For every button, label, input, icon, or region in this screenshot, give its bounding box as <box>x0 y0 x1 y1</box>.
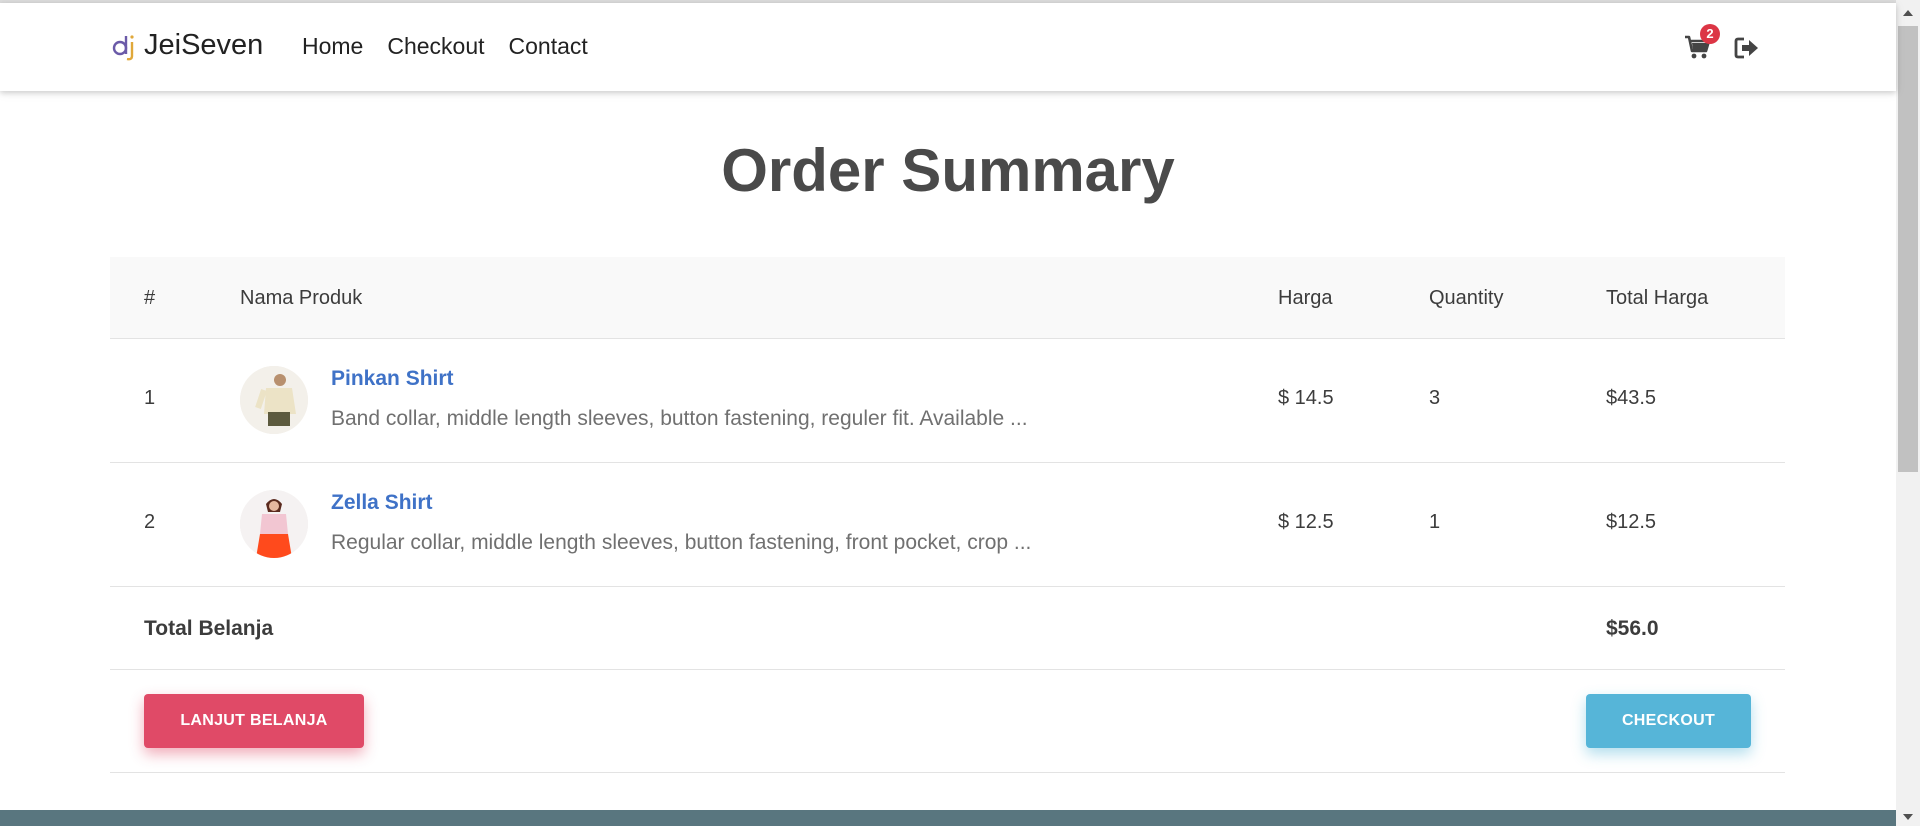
scroll-up-arrow-icon[interactable] <box>1896 4 1920 22</box>
row-number: 1 <box>144 387 156 409</box>
total-row: Total Belanja $56.0 <box>110 587 1785 670</box>
brand-logo-icon <box>112 34 134 60</box>
cart-button[interactable]: 2 <box>1684 24 1720 61</box>
product-quantity: 3 <box>1429 387 1441 409</box>
nav-links: Home Checkout Contact <box>302 33 588 60</box>
scrollbar[interactable] <box>1896 0 1920 826</box>
nav-link-contact[interactable]: Contact <box>509 33 588 60</box>
cart-count-badge: 2 <box>1700 24 1720 44</box>
product-description: Regular collar, middle length sleeves, b… <box>331 531 1032 554</box>
product-price: $ 14.5 <box>1278 387 1334 409</box>
header-total: Total Harga <box>1606 287 1709 309</box>
product-description: Band collar, middle length sleeves, butt… <box>331 407 1028 430</box>
product-name-link[interactable]: Zella Shirt <box>331 491 433 515</box>
row-number: 2 <box>144 511 156 533</box>
total-label: Total Belanja <box>144 617 274 640</box>
header-price: Harga <box>1278 287 1333 309</box>
brand-name: JeiSeven <box>144 29 264 61</box>
navbar: JeiSeven Home Checkout Contact 2 <box>0 3 1896 91</box>
product-quantity: 1 <box>1429 511 1441 533</box>
product-total: $43.5 <box>1606 387 1657 409</box>
order-table: # Nama Produk Harga Quantity Total Harga… <box>110 257 1785 773</box>
header-num: # <box>144 287 156 309</box>
product-price: $ 12.5 <box>1278 511 1334 533</box>
header-quantity: Quantity <box>1429 287 1504 309</box>
product-name-link[interactable]: Pinkan Shirt <box>331 367 454 391</box>
action-row: LANJUT BELANJA CHECKOUT <box>110 670 1785 773</box>
checkout-button[interactable]: CHECKOUT <box>1586 694 1751 748</box>
product-thumbnail[interactable] <box>240 366 308 434</box>
header-product: Nama Produk <box>240 287 363 309</box>
nav-link-home[interactable]: Home <box>302 33 363 60</box>
product-thumbnail[interactable] <box>240 490 308 558</box>
nav-icons: 2 <box>1684 24 1760 61</box>
total-value: $56.0 <box>1606 617 1659 640</box>
page-title: Order Summary <box>721 137 1175 204</box>
table-row: 1 Pinkan Shirt Band collar, middle lengt… <box>110 339 1785 463</box>
scroll-down-arrow-icon[interactable] <box>1896 808 1920 826</box>
product-total: $12.5 <box>1606 511 1657 533</box>
continue-shopping-button[interactable]: LANJUT BELANJA <box>144 694 364 748</box>
logout-icon[interactable] <box>1734 36 1760 60</box>
footer <box>0 810 1896 826</box>
scrollbar-thumb[interactable] <box>1898 26 1918 472</box>
table-header: # Nama Produk Harga Quantity Total Harga <box>110 257 1785 339</box>
nav-link-checkout[interactable]: Checkout <box>387 33 484 60</box>
brand[interactable]: JeiSeven <box>112 29 263 62</box>
table-row: 2 Zella Shirt Regular collar, middle len… <box>110 463 1785 587</box>
